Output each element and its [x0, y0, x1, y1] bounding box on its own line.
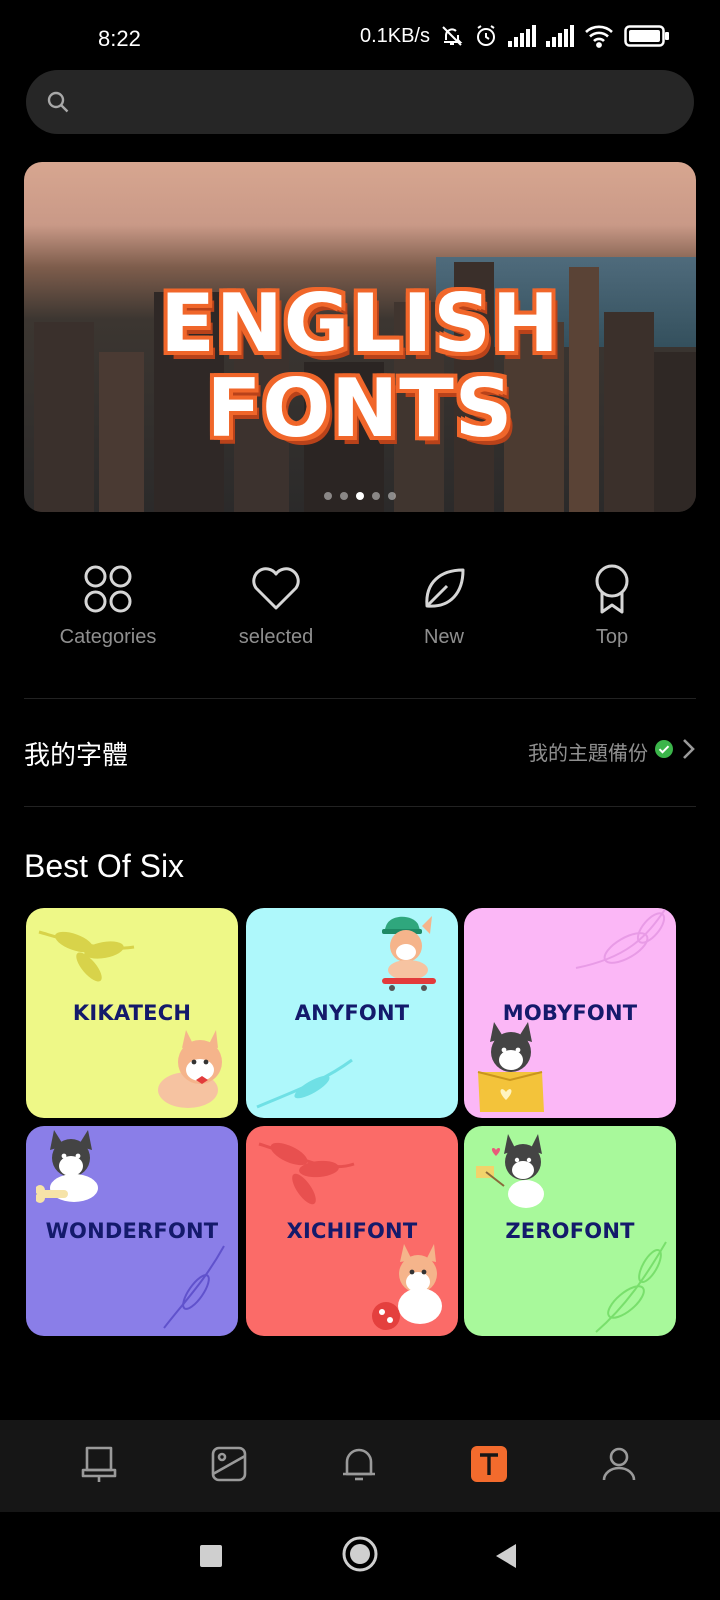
home-button[interactable]	[342, 1536, 378, 1577]
font-tile-wonderfont[interactable]: WONDERFONT	[26, 1126, 238, 1336]
banner-dot	[324, 492, 332, 500]
profile-icon	[599, 1444, 639, 1489]
quick-nav-top[interactable]: Top	[528, 562, 696, 662]
quick-nav-selected[interactable]: selected	[192, 562, 360, 662]
signal-icon	[508, 25, 536, 47]
tile-label: KIKATECH	[72, 1001, 192, 1025]
leaf-decoration	[256, 1058, 353, 1109]
quick-nav-label: New	[423, 626, 464, 648]
font-icon	[470, 1445, 508, 1488]
my-fonts-title[interactable]: 我的字體	[24, 735, 128, 772]
theme-icon	[79, 1444, 119, 1489]
quick-nav-new[interactable]: New	[360, 562, 528, 662]
bottom-nav	[0, 1420, 720, 1512]
categories-icon	[81, 562, 135, 616]
status-bar: 8:22 0.1KB/s	[0, 0, 720, 80]
font-tile-xichifont[interactable]: XICHIFONT	[246, 1126, 458, 1336]
leaf-decoration	[163, 1245, 225, 1329]
best-of-six-title: Best Of Six	[24, 848, 185, 884]
tile-label: XICHIFONT	[286, 1219, 418, 1243]
recents-button[interactable]	[199, 1544, 223, 1573]
quick-nav-label: Categories	[59, 626, 157, 648]
corgi-skater-sticker	[382, 916, 436, 991]
husky-box-sticker	[477, 1022, 544, 1112]
leaf-decoration	[38, 930, 135, 982]
quick-nav-label: Top	[595, 626, 629, 648]
leaf-decoration	[258, 1142, 355, 1205]
bell-icon	[339, 1444, 379, 1489]
husky-flag-sticker	[476, 1134, 544, 1208]
banner-dot	[388, 492, 396, 500]
back-triangle-icon	[496, 1544, 516, 1568]
quick-nav-categories[interactable]: Categories	[24, 562, 192, 662]
font-tile-zerofont[interactable]: ZEROFONT	[464, 1126, 676, 1336]
heart-icon	[249, 562, 303, 616]
corgi-sticker	[158, 1030, 222, 1108]
font-tile-anyfont[interactable]: ANYFONT	[246, 908, 458, 1118]
quick-nav: Categories selected New Top	[24, 562, 696, 662]
divider	[24, 698, 696, 699]
corgi-ball-sticker	[372, 1244, 442, 1330]
banner-title-line1: ENGLISH	[160, 277, 560, 370]
promo-banner[interactable]: ENGLISH FONTS	[24, 162, 696, 512]
app-screen: 8:22 0.1KB/s ENGLISH FONTS Categories se…	[0, 0, 720, 1600]
banner-dot-active	[356, 492, 364, 500]
search-icon	[46, 90, 70, 119]
tile-label: ANYFONT	[294, 1001, 410, 1025]
leaf-decoration	[575, 908, 667, 969]
tab-notifications[interactable]	[294, 1444, 424, 1489]
wallpaper-icon	[209, 1444, 249, 1489]
wifi-icon	[584, 24, 614, 48]
mute-icon	[440, 24, 464, 48]
tab-profile[interactable]	[554, 1444, 684, 1489]
tile-label: ZEROFONT	[505, 1219, 635, 1243]
system-nav-bar	[0, 1512, 720, 1600]
tab-wallpaper[interactable]	[164, 1444, 294, 1489]
husky-bone-sticker	[36, 1130, 98, 1203]
chevron-right-icon	[680, 737, 696, 766]
font-tile-mobyfont[interactable]: MOBYFONT	[464, 908, 676, 1118]
net-speed: 0.1KB/s	[359, 24, 430, 47]
alarm-icon	[474, 24, 498, 48]
tab-fonts[interactable]	[424, 1445, 554, 1488]
award-icon	[585, 562, 639, 616]
theme-backup-link[interactable]: 我的主題備份	[528, 737, 696, 766]
check-badge-icon	[654, 739, 674, 764]
back-button[interactable]	[494, 1542, 518, 1575]
leaf-decoration	[595, 1241, 667, 1333]
search-input[interactable]	[86, 82, 676, 122]
status-indicators: 0.1KB/s	[360, 24, 670, 48]
battery-icon	[624, 24, 670, 48]
banner-dot	[372, 492, 380, 500]
font-tile-kikatech[interactable]: KIKATECH	[26, 908, 238, 1118]
circle-icon	[342, 1536, 378, 1572]
backup-label: 我的主題備份	[528, 743, 648, 765]
status-time: 8:22	[98, 26, 141, 51]
banner-pagination	[24, 492, 696, 500]
signal-icon-2	[546, 25, 574, 47]
banner-dot	[340, 492, 348, 500]
square-icon	[200, 1545, 222, 1567]
quick-nav-label: selected	[238, 626, 314, 648]
banner-title-line2: FONTS	[206, 362, 514, 455]
leaf-icon	[417, 562, 471, 616]
tile-label: WONDERFONT	[45, 1219, 219, 1243]
divider	[24, 806, 696, 807]
tab-theme[interactable]	[34, 1444, 164, 1489]
search-bar[interactable]	[26, 70, 694, 134]
